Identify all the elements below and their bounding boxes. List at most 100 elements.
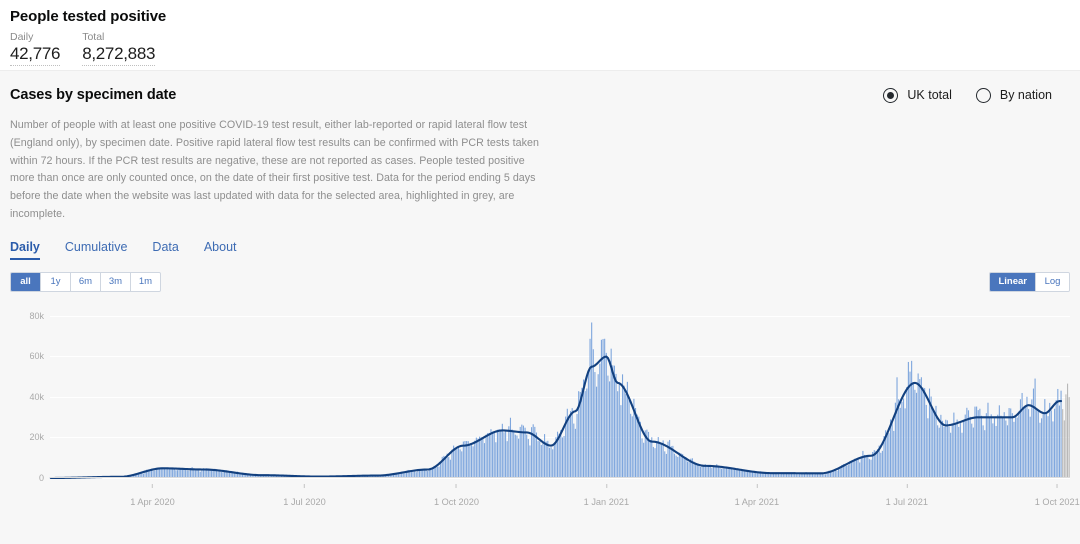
chart-bar — [911, 360, 913, 478]
chart-bar — [1045, 413, 1047, 478]
chart-bar — [1034, 378, 1036, 478]
cases-chart: 0 20k 40k 60k 80k 1 Apr 2020 1 Jul 2020 1 Oct … — [10, 300, 1079, 515]
chart-bar — [922, 387, 924, 478]
range-button-6m[interactable]: 6m — [70, 272, 100, 291]
range-button-all[interactable]: all — [11, 272, 40, 291]
chart-bar — [479, 436, 481, 478]
chart-bar — [634, 407, 637, 478]
chart-bar — [1060, 390, 1062, 478]
chart-bar — [553, 442, 555, 478]
chart-bar — [514, 434, 516, 478]
chart-bar — [482, 438, 484, 478]
chart-bar — [982, 425, 984, 478]
chart-bar — [506, 440, 508, 478]
x-axis-tick: 1 Jul 2021 — [886, 483, 928, 510]
chart-bar — [954, 424, 957, 478]
time-range-group: all 1y 6m 3m 1m — [10, 271, 161, 292]
metric-total-value: 8,272,883 — [82, 44, 155, 66]
card-description: Number of people with at least one posit… — [10, 119, 540, 220]
chart-bar — [495, 442, 497, 478]
chart-bar — [1050, 410, 1052, 478]
card-title: Cases by specimen date — [10, 87, 177, 103]
chart-bar — [501, 423, 503, 478]
chart-bar — [912, 382, 914, 478]
chart-bar — [544, 433, 546, 478]
range-button-1m[interactable]: 1m — [130, 272, 160, 291]
x-axis-tick: 1 Apr 2021 — [735, 483, 779, 510]
chart-bar — [552, 449, 554, 478]
chart-bar — [1032, 388, 1035, 478]
tab-data[interactable]: Data — [152, 240, 178, 260]
chart-bar — [907, 361, 909, 478]
chart-bar — [643, 442, 645, 478]
tab-daily[interactable]: Daily — [10, 240, 40, 260]
chart-bar — [859, 462, 861, 478]
chart-bar — [540, 444, 542, 478]
chart-bar — [891, 421, 893, 478]
chart-bar — [937, 425, 939, 478]
chart-bar — [532, 424, 534, 478]
y-axis-tick-label: 40k — [29, 391, 44, 402]
radio-uk-total[interactable]: UK total — [883, 87, 952, 103]
chart-bar — [1023, 407, 1025, 478]
chart-bar — [990, 414, 992, 478]
chart-bar — [1021, 392, 1023, 478]
page-header: People tested positive Daily 42,776 Tota… — [0, 0, 1080, 70]
chart-bar-incomplete — [1062, 408, 1064, 478]
chart-bar — [902, 398, 905, 478]
chart-bar-incomplete — [1063, 420, 1065, 478]
chart-bar — [592, 349, 594, 478]
chart-bar — [1015, 415, 1017, 478]
chart-bar — [604, 338, 606, 478]
chart-bar — [670, 445, 672, 478]
metric-daily-value: 42,776 — [10, 44, 61, 66]
chart-bar — [951, 423, 953, 478]
card-tabs: Daily Cumulative Data About — [10, 240, 1070, 260]
chart-bar — [1000, 415, 1002, 478]
chart-bar — [505, 430, 507, 478]
chart-bar — [888, 433, 890, 478]
radio-uk-total-dot — [887, 91, 895, 99]
chart-bar — [542, 442, 544, 478]
scale-button-log[interactable]: Log — [1035, 272, 1069, 291]
chart-bar — [979, 408, 981, 478]
chart-bar — [526, 434, 528, 478]
scale-button-linear[interactable]: Linear — [990, 272, 1035, 291]
y-axis-tick-label: 80k — [29, 310, 44, 321]
chart-bar — [1005, 420, 1007, 478]
range-button-1y[interactable]: 1y — [40, 272, 70, 291]
chart-bar — [568, 417, 570, 478]
chart-bar — [881, 450, 883, 478]
chart-bar — [966, 407, 968, 478]
chart-bar — [599, 363, 601, 478]
chart-bar — [1011, 412, 1013, 478]
radio-by-nation[interactable]: By nation — [975, 87, 1052, 103]
tab-about[interactable]: About — [204, 240, 237, 260]
chart-bar — [516, 435, 518, 478]
chart-bar — [686, 461, 689, 478]
chart-bar — [656, 441, 658, 478]
chart-bar — [867, 455, 869, 478]
chart-bar — [508, 426, 510, 478]
chart-bar — [509, 417, 512, 478]
chart-bar — [457, 446, 460, 478]
chart-bar — [518, 438, 520, 478]
metric-total-label: Total — [82, 31, 105, 43]
chart-bar — [1010, 408, 1012, 478]
chart-bar — [612, 365, 614, 478]
chart-bar — [621, 374, 624, 478]
chart-bar — [854, 458, 856, 478]
chart-bar — [958, 426, 960, 478]
chart-bar — [498, 428, 500, 478]
tab-cumulative[interactable]: Cumulative — [65, 240, 128, 260]
range-button-3m[interactable]: 3m — [100, 272, 130, 291]
chart-bar — [584, 390, 586, 478]
chart-bar — [909, 371, 911, 478]
chart-toolbar: all 1y 6m 3m 1m Linear Log — [10, 271, 1070, 292]
chart-bar — [563, 435, 565, 478]
chart-bar — [454, 447, 456, 478]
chart-bar — [485, 434, 487, 478]
chart-bar — [850, 460, 853, 478]
chart-bar — [625, 393, 627, 478]
chart-bar — [618, 384, 620, 478]
